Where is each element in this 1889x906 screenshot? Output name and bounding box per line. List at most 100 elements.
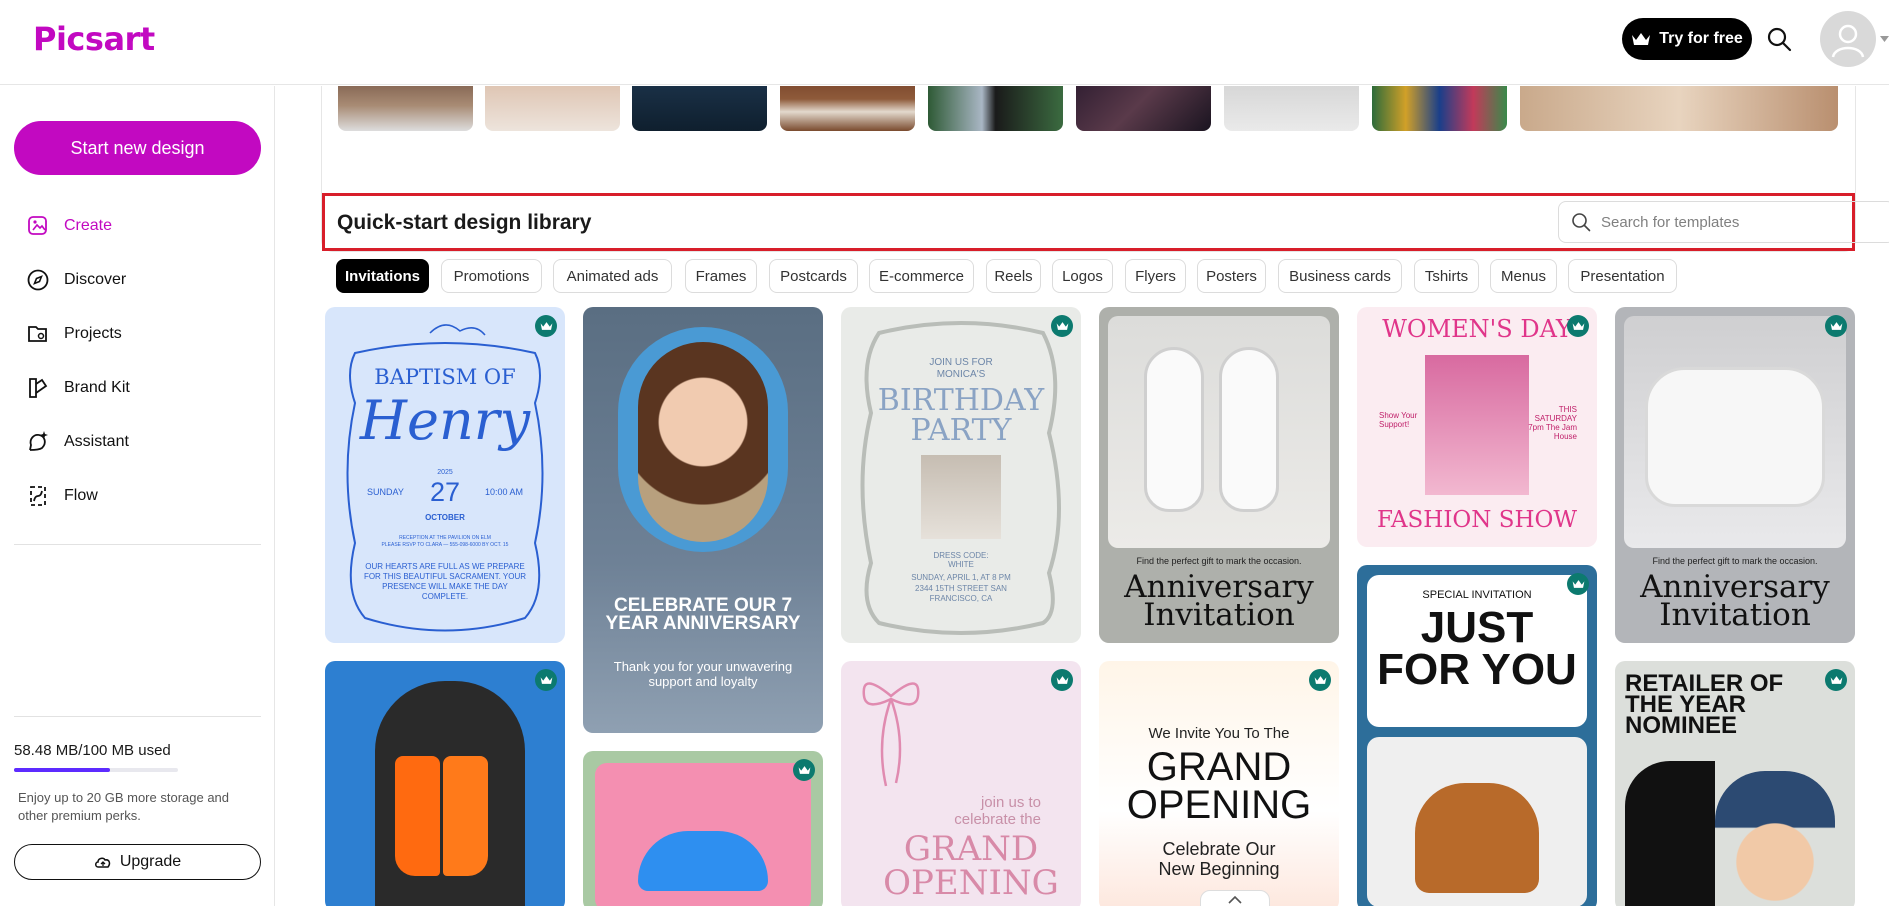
- retailer-title: RETAILER OF THE YEAR NOMINEE: [1625, 670, 1784, 739]
- premium-badge: [535, 315, 557, 337]
- crown-icon: [1830, 676, 1842, 684]
- thumbnail-image[interactable]: [1372, 86, 1507, 131]
- pink-opening-title2: OPENING: [883, 863, 1059, 903]
- chevron-up-icon: [1228, 896, 1242, 904]
- baptism-title: BAPTISM OF: [374, 365, 516, 389]
- chip-e-commerce[interactable]: E-commerce: [869, 259, 974, 293]
- chip-frames[interactable]: Frames: [685, 259, 757, 293]
- birthday-where: 2344 15TH STREET SAN FRANCISCO, CA: [915, 584, 1007, 603]
- white-opening-line: We Invite You To The: [1148, 725, 1290, 742]
- white-opening-sub2: New Beginning: [1158, 859, 1280, 879]
- portrait-photo: [638, 342, 768, 542]
- sidebar-item-flow[interactable]: Flow: [26, 478, 98, 514]
- template-card-anniversary-sandals[interactable]: Find the perfect gift to mark the occasi…: [1615, 307, 1855, 643]
- premium-badge: [793, 759, 815, 781]
- template-card-anniversary-7[interactable]: CELEBRATE OUR 7 YEAR ANNIVERSARY Thank y…: [583, 307, 823, 733]
- chip-postcards[interactable]: Postcards: [769, 259, 858, 293]
- sidebar-item-discover[interactable]: Discover: [26, 262, 126, 298]
- template-search-field[interactable]: [1558, 201, 1889, 243]
- thumbnail-image[interactable]: [338, 86, 473, 131]
- sidebar-item-label: Flow: [64, 487, 98, 504]
- chip-posters[interactable]: Posters: [1197, 259, 1266, 293]
- sidebar-item-projects[interactable]: Projects: [26, 316, 122, 352]
- template-card-baptism[interactable]: BAPTISM OF Henry 2025 SUNDAY 27 10:00 AM…: [325, 307, 565, 643]
- premium-badge: [1825, 669, 1847, 691]
- chip-promotions[interactable]: Promotions: [441, 259, 542, 293]
- thumbnail-image[interactable]: [1076, 86, 1211, 131]
- crown-icon: [1830, 322, 1842, 330]
- shoes-tagline: Find the perfect gift to mark the occasi…: [1136, 556, 1302, 566]
- crown-icon: [1056, 322, 1068, 330]
- child-photo: [1715, 771, 1835, 906]
- thumbnail-image[interactable]: [928, 86, 1063, 131]
- sidebar-item-brand-kit[interactable]: Brand Kit: [26, 370, 130, 406]
- search-icon: [1572, 213, 1591, 232]
- chip-flyers[interactable]: Flyers: [1125, 259, 1186, 293]
- anniversary-title: CELEBRATE OUR 7 YEAR ANNIVERSARY: [605, 595, 801, 634]
- chip-invitations[interactable]: Invitations: [336, 259, 429, 293]
- chip-tshirts[interactable]: Tshirts: [1414, 259, 1479, 293]
- sidebar-item-label: Brand Kit: [64, 379, 130, 396]
- template-card-retailer[interactable]: RETAILER OF THE YEAR NOMINEE: [1615, 661, 1855, 906]
- baptism-year: 2025: [437, 469, 453, 476]
- template-card-grand-opening[interactable]: We Invite You To The GRAND OPENING Celeb…: [1099, 661, 1339, 906]
- template-card-womens-day[interactable]: WOMEN'S DAY Show Your Support! THIS SATU…: [1357, 307, 1597, 547]
- sidebar-item-label: Discover: [64, 271, 127, 288]
- picsart-logo[interactable]: Picsart: [33, 20, 155, 58]
- chip-logos[interactable]: Logos: [1052, 259, 1113, 293]
- start-new-design-button[interactable]: Start new design: [14, 121, 261, 175]
- search-icon[interactable]: [1766, 26, 1792, 52]
- crown-icon: [540, 322, 552, 330]
- sidebar-item-label: Create: [64, 217, 113, 234]
- thumbnail-image[interactable]: [1520, 86, 1838, 131]
- template-search-input[interactable]: [1601, 213, 1881, 231]
- crown-icon: [1314, 676, 1326, 684]
- template-card-birthday[interactable]: JOIN US FOR MONICA'S BIRTHDAY PARTY DRES…: [841, 307, 1081, 643]
- template-card-boots[interactable]: [325, 661, 565, 906]
- flow-icon: [30, 486, 46, 506]
- premium-badge: [535, 669, 557, 691]
- crown-icon: [540, 676, 552, 684]
- sidebar-item-create[interactable]: Create: [26, 208, 112, 244]
- template-card-anniversary-shoes[interactable]: Find the perfect gift to mark the occasi…: [1099, 307, 1339, 643]
- chip-menus[interactable]: Menus: [1490, 259, 1557, 293]
- chip-animated-ads[interactable]: Animated ads: [553, 259, 672, 293]
- crown-icon: [1056, 676, 1068, 684]
- scroll-up-button[interactable]: [1200, 890, 1270, 906]
- thumbnail-image[interactable]: [1224, 86, 1359, 131]
- sandals-tagline: Find the perfect gift to mark the occasi…: [1652, 556, 1818, 566]
- baptism-time: 10:00 AM: [485, 487, 524, 497]
- premium-badge: [1051, 669, 1073, 691]
- upgrade-label: Upgrade: [119, 853, 182, 870]
- chip-business-cards[interactable]: Business cards: [1278, 259, 1402, 293]
- thumbnail-image[interactable]: [780, 86, 915, 131]
- sidebar-item-assistant[interactable]: Assistant: [26, 424, 129, 460]
- main-content: Quick-start design library Invitations P…: [276, 86, 1889, 906]
- chip-presentation[interactable]: Presentation: [1568, 259, 1677, 293]
- template-card-grand-opening-pink[interactable]: join us to celebrate the GRAND OPENING: [841, 661, 1081, 906]
- birthday-line2: MONICA'S: [936, 369, 986, 380]
- library-title: Quick-start design library: [337, 211, 592, 234]
- template-card-sneaker[interactable]: [583, 751, 823, 906]
- upgrade-button[interactable]: Upgrade: [14, 844, 261, 880]
- boot-shape: [443, 756, 488, 876]
- storage-description: Enjoy up to 20 GB more storage and other…: [18, 790, 230, 823]
- chip-reels[interactable]: Reels: [986, 259, 1041, 293]
- baptism-rsvp: PLEASE RSVP TO CLARA — 555-098-6000 BY O…: [381, 542, 509, 548]
- template-card-special[interactable]: SPECIAL INVITATION JUST FOR YOU: [1357, 565, 1597, 906]
- baptism-month: OCTOBER: [425, 513, 465, 522]
- chevron-down-icon[interactable]: [1880, 36, 1889, 42]
- sidebar-divider: [14, 716, 261, 717]
- compass-icon: [27, 269, 49, 291]
- thumbnail-image[interactable]: [485, 86, 620, 131]
- crown-icon: [1632, 33, 1651, 45]
- womens-day-left: Show Your Support!: [1379, 411, 1418, 429]
- womens-day-photo: [1425, 355, 1529, 495]
- anniversary-subtitle: Thank you for your unwavering support an…: [613, 659, 793, 689]
- crown-icon: [798, 766, 810, 774]
- premium-badge: [1825, 315, 1847, 337]
- avatar-icon[interactable]: [1820, 11, 1876, 67]
- retailer-shape: [1625, 761, 1715, 906]
- thumbnail-image[interactable]: [632, 86, 767, 131]
- try-for-free-button[interactable]: Try for free: [1622, 18, 1752, 60]
